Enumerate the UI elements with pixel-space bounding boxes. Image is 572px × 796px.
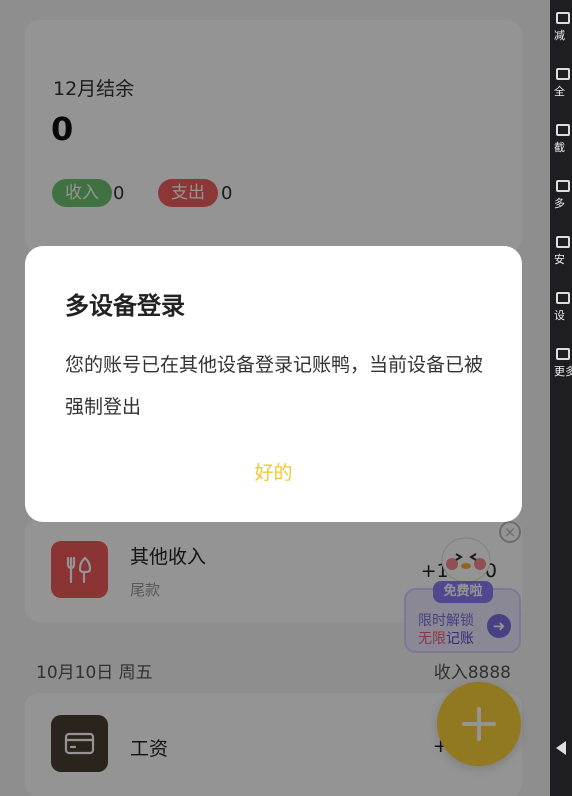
volume-icon xyxy=(556,12,570,24)
multi-window-icon xyxy=(556,180,570,192)
side-item-screenshot[interactable]: 截 xyxy=(554,124,572,155)
side-item-volume[interactable]: 减 xyxy=(554,12,572,43)
side-item-install[interactable]: 安 xyxy=(554,236,572,267)
app-screen: 12月结余 0 收入 0 0 支出 其他收入 尾款 +10000 10月10日 … xyxy=(0,0,550,796)
more-icon xyxy=(556,348,570,360)
gear-icon xyxy=(556,292,570,304)
dialog-message: 您的账号已在其他设备登录记账鸭，当前设备已被强制登出 xyxy=(65,354,484,418)
ok-button[interactable]: 好的 xyxy=(25,458,522,485)
side-toolbar: 减 全 截 多 安 设 更多 xyxy=(550,0,572,796)
scissors-icon xyxy=(556,124,570,136)
fullscreen-icon xyxy=(556,68,570,80)
side-item-more[interactable]: 更多 xyxy=(554,348,572,379)
back-icon[interactable] xyxy=(556,741,566,755)
dialog-title: 多设备登录 xyxy=(65,292,185,320)
install-icon xyxy=(556,236,570,248)
side-item-fullscreen[interactable]: 全 xyxy=(554,68,572,99)
multi-device-login-dialog: 多设备登录 您的账号已在其他设备登录记账鸭，当前设备已被强制登出 好的 xyxy=(25,246,522,522)
side-item-settings[interactable]: 设 xyxy=(554,292,572,323)
side-item-multi[interactable]: 多 xyxy=(554,180,572,211)
